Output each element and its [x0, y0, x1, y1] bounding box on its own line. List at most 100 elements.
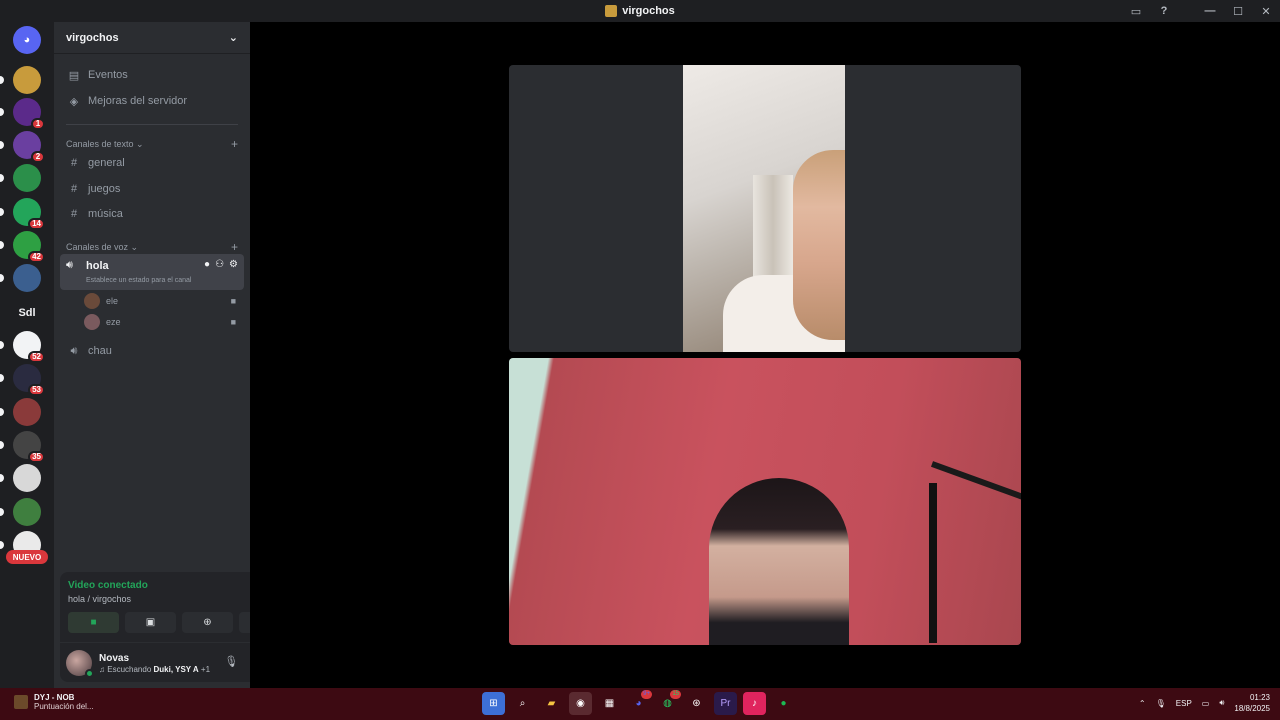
steam-icon[interactable]: ⊛	[685, 692, 708, 715]
chat-icon[interactable]: ●	[204, 259, 210, 270]
server-icon[interactable]: 1	[13, 98, 45, 130]
text-category-label: Canales de texto	[66, 138, 134, 149]
minimize-button[interactable]: —	[1196, 0, 1224, 22]
voice-connected-subtitle[interactable]: hola / virgochos	[68, 594, 131, 604]
activity-prefix: Escuchando	[107, 665, 154, 674]
microphone-icon[interactable]: 🎙︎	[1156, 699, 1166, 708]
user-activity: ♫ Escuchando Duki, YSY A +1	[99, 665, 211, 674]
voice-channel-status[interactable]: Establece un estado para el canal	[86, 277, 191, 284]
voice-user[interactable]: eze ■	[84, 312, 240, 332]
server-unread-indicator	[0, 76, 4, 84]
voice-user[interactable]: ele ■	[84, 291, 240, 311]
gear-icon[interactable]: ⚙	[229, 259, 238, 270]
chrome-icon[interactable]: ◉	[569, 692, 592, 715]
voice-connected-title[interactable]: Video conectado	[68, 580, 148, 591]
sidebar-item-events[interactable]: ▤ Eventos	[62, 63, 242, 87]
server-icon	[605, 5, 618, 17]
premiere-icon[interactable]: Pr	[714, 692, 737, 715]
clock-time: 01:23	[1249, 693, 1270, 702]
video-stage	[250, 22, 1280, 688]
hashtag-icon: #	[70, 157, 78, 169]
microphone-icon[interactable]: 🎙︎	[224, 655, 238, 668]
chevron-up-icon[interactable]: ⌃	[1139, 699, 1146, 708]
server-unread-indicator	[0, 208, 4, 216]
volume-icon[interactable]: 🔊︎	[1219, 698, 1224, 708]
speaker-icon: 🔊︎	[66, 259, 73, 271]
folder-icon[interactable]: ▰	[540, 692, 563, 715]
server-unread-indicator	[0, 174, 4, 182]
activity-artists: Duki, YSY A	[153, 665, 199, 674]
add-channel-icon[interactable]: +	[231, 240, 238, 254]
user-name[interactable]: Novas	[99, 653, 129, 664]
add-channel-icon[interactable]: +	[231, 137, 238, 151]
server-unread-indicator	[0, 541, 4, 549]
chevron-down-icon[interactable]: ⌄	[229, 31, 238, 44]
video-tile[interactable]	[509, 65, 1021, 352]
speaker-icon: 🔊︎	[70, 344, 78, 357]
avatar	[84, 314, 100, 330]
server-icon[interactable]	[13, 66, 41, 94]
media-title: DYJ - NOB	[34, 693, 75, 702]
whatsapp-icon[interactable]: ◍ 15	[656, 690, 681, 715]
discord-icon[interactable]: ◕ 9+	[627, 690, 652, 715]
activities-button[interactable]: ⊕	[182, 612, 233, 633]
voice-channel-name: hola	[86, 260, 109, 272]
search-icon[interactable]: ⌕	[511, 692, 534, 715]
text-category[interactable]: Canales de texto ⌄ +	[66, 137, 238, 151]
sidebar-item-boosts[interactable]: ◈ Mejoras del servidor	[62, 89, 242, 113]
video-tile[interactable]	[509, 358, 1021, 645]
server-icon[interactable]	[13, 464, 41, 492]
taskbar: DYJ - NOB Puntuación del... ⊞ ⌕ ▰ ◉ ▦ ◕ 9…	[0, 688, 1280, 720]
inbox-icon[interactable]: ▭	[1122, 0, 1150, 22]
discord-home-icon[interactable]: ◕	[13, 26, 41, 54]
guild-header[interactable]: virgochos ⌄	[54, 22, 250, 54]
server-icon[interactable]: 42	[13, 231, 45, 263]
server-unread-indicator	[0, 408, 4, 416]
camera-icon: ■	[230, 296, 236, 306]
channel-musica[interactable]: # música	[62, 202, 242, 226]
help-icon[interactable]: ?	[1150, 0, 1178, 22]
camera-button[interactable]: ■	[68, 612, 119, 633]
server-unread-indicator	[0, 508, 4, 516]
clock[interactable]: 01:23 18/8/2025	[1234, 692, 1270, 714]
tiktok-icon[interactable]: ♪	[743, 692, 766, 715]
mention-badge: 52	[28, 351, 45, 363]
server-sdl[interactable]: Sdl	[13, 299, 41, 327]
spotify-icon[interactable]: ●	[772, 692, 795, 715]
title-bar: virgochos ▭ ? — ☐ ✕	[0, 0, 1280, 22]
server-icon[interactable]	[13, 498, 41, 526]
server-icon[interactable]: 14	[13, 198, 45, 230]
window-title: virgochos	[622, 5, 675, 17]
server-unread-indicator	[0, 341, 4, 349]
network-icon[interactable]: ▭	[1202, 699, 1210, 708]
store-icon[interactable]: ▦	[598, 692, 621, 715]
voice-category-label: Canales de voz	[66, 241, 129, 252]
mention-badge: 14	[28, 218, 45, 230]
voice-channel-chau[interactable]: 🔊︎ chau	[62, 339, 242, 363]
server-icon[interactable]: 53	[13, 364, 45, 396]
language-indicator[interactable]: ESP	[1176, 699, 1192, 708]
channel-general[interactable]: # general	[62, 151, 242, 175]
close-button[interactable]: ✕	[1252, 0, 1280, 22]
server-icon[interactable]	[13, 398, 41, 426]
media-widget[interactable]: DYJ - NOB Puntuación del...	[14, 693, 94, 711]
server-icon[interactable]: 2	[13, 131, 45, 163]
discord-badge: 9+	[641, 690, 652, 699]
invite-icon[interactable]: ⚇	[215, 259, 224, 270]
voice-channel-name: chau	[88, 345, 112, 357]
maximize-button[interactable]: ☐	[1224, 0, 1252, 22]
whatsapp-badge: 15	[670, 690, 681, 699]
divider	[66, 124, 238, 125]
server-icon[interactable]: 52	[13, 331, 45, 363]
start-icon[interactable]: ⊞	[482, 692, 505, 715]
channel-juegos[interactable]: # juegos	[62, 177, 242, 201]
guild-name: virgochos	[66, 31, 119, 44]
server-icon[interactable]	[13, 264, 41, 292]
voice-channel-hola[interactable]: 🔊︎ hola Establece un estado para el cana…	[60, 254, 244, 290]
screen-share-button[interactable]: ▣	[125, 612, 176, 633]
server-unread-indicator	[0, 241, 4, 249]
server-rail: ◕ 1 2 14 42 52 53 35 Sdl NUEVO	[0, 22, 54, 688]
server-icon[interactable]: 35	[13, 431, 45, 463]
voice-category[interactable]: Canales de voz ⌄ +	[66, 240, 238, 254]
server-icon[interactable]	[13, 164, 41, 192]
